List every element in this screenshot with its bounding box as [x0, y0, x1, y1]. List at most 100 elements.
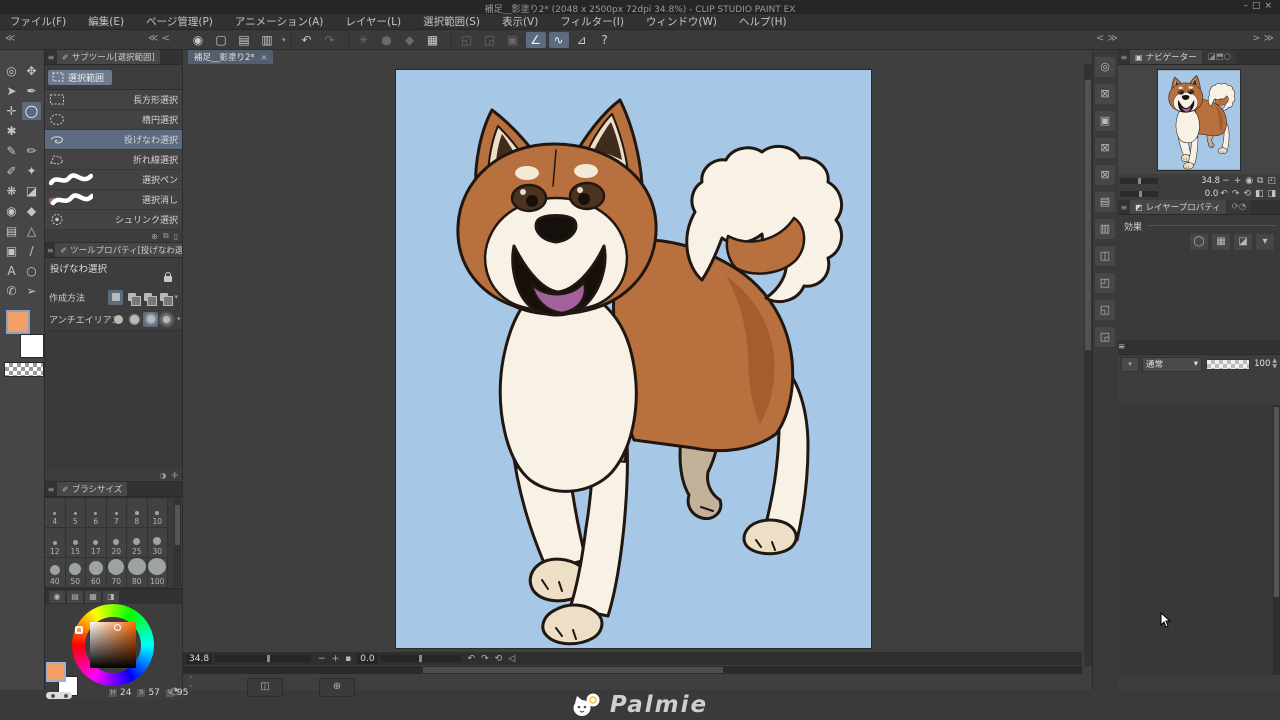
- nav-zoom-btn-4[interactable]: ◰: [1267, 176, 1276, 186]
- close-tab-icon[interactable]: ×: [261, 53, 268, 62]
- wheel-foreground-swatch[interactable]: [46, 662, 66, 682]
- background-color-swatch[interactable]: [20, 334, 44, 358]
- tool-lasso2[interactable]: ✆: [2, 282, 21, 300]
- subtool-item[interactable]: 選択消し: [45, 190, 182, 210]
- tool-eyedropper[interactable]: ✒: [22, 82, 41, 100]
- tool-pencil[interactable]: ✏: [22, 142, 41, 160]
- nav-rotate-btn-1[interactable]: ↷: [1232, 189, 1240, 199]
- hue-marker[interactable]: [75, 626, 83, 634]
- deselect-icon[interactable]: ◱: [457, 32, 477, 48]
- menu-item[interactable]: アニメーション(A): [235, 14, 323, 29]
- snap-to-ruler-icon[interactable]: ∠: [526, 32, 546, 48]
- collapsed-palette-icon-6[interactable]: ▥: [1095, 219, 1115, 239]
- selection-launcher-icon[interactable]: ▣: [503, 32, 523, 48]
- nav-zoom-btn-0[interactable]: −: [1222, 176, 1230, 186]
- collapse-left-icon[interactable]: ≪: [5, 33, 15, 44]
- tool-figure[interactable]: △: [22, 222, 41, 240]
- brush-size-60[interactable]: 60: [86, 558, 107, 588]
- tab-layer-property[interactable]: ◩レイヤープロパティ: [1130, 200, 1226, 214]
- gradient-icon[interactable]: ◆: [400, 32, 420, 48]
- tool-spacer[interactable]: [22, 122, 41, 140]
- opacity-slider[interactable]: [1206, 359, 1250, 370]
- opacity-value[interactable]: 100: [1254, 359, 1270, 369]
- tool-gradient[interactable]: ▤: [2, 222, 21, 240]
- chevron-down-icon[interactable]: ▾: [282, 36, 286, 44]
- tool-property-footer-icon-0[interactable]: ◑: [159, 471, 166, 480]
- tool-property-footer-icon-1[interactable]: ✛: [171, 471, 178, 480]
- subtool-group-selection[interactable]: 選択範囲: [48, 70, 112, 85]
- nav-tab-icon-0[interactable]: ◪: [1208, 52, 1216, 62]
- brush-size-5[interactable]: 5: [66, 498, 87, 528]
- panel-menu-icon[interactable]: ≡: [45, 485, 57, 494]
- transparent-color-swatch[interactable]: [4, 362, 44, 377]
- zoom-button-1[interactable]: +: [332, 654, 340, 664]
- collapsed-palette-icon-7[interactable]: ◫: [1095, 246, 1115, 266]
- アンチエイリアス-option-2[interactable]: [143, 312, 158, 327]
- layer-palette-color-button[interactable]: ▾: [1121, 357, 1139, 372]
- menu-item[interactable]: フィルター(I): [560, 14, 624, 29]
- effect-button-1[interactable]: ▦: [1211, 233, 1231, 251]
- tool-fill-bucket[interactable]: ◆: [22, 202, 41, 220]
- subtool-item[interactable]: 折れ線選択: [45, 150, 182, 170]
- nav-rotate-slider[interactable]: [1120, 191, 1158, 197]
- open-file-icon[interactable]: ▤: [234, 32, 254, 48]
- brush-size-70[interactable]: 70: [107, 558, 128, 588]
- tool-decoration[interactable]: ❋: [2, 182, 21, 200]
- menu-item[interactable]: ヘルプ(H): [739, 14, 787, 29]
- tool-text[interactable]: A: [2, 262, 21, 280]
- nav-rotate-btn-4[interactable]: ◨: [1267, 189, 1276, 199]
- effect-button-3[interactable]: ▾: [1255, 233, 1275, 251]
- menu-item[interactable]: ウィンドウ(W): [646, 14, 717, 29]
- wheel-mode-icon[interactable]: ◔: [170, 686, 179, 697]
- menu-item[interactable]: 編集(E): [88, 14, 124, 29]
- panel-menu-icon[interactable]: ≡: [45, 53, 57, 62]
- canvas-artwork[interactable]: [396, 70, 871, 648]
- rotation-value[interactable]: 0.0: [357, 654, 377, 664]
- rotate-button-0[interactable]: ↶: [468, 654, 476, 664]
- undo-icon[interactable]: ↶: [297, 32, 317, 48]
- 作成方法-option-0[interactable]: [108, 290, 123, 305]
- nav-tab-icon-2[interactable]: ○: [1224, 52, 1231, 62]
- layer-property-tab-icon-0[interactable]: ⟳: [1232, 202, 1239, 212]
- brush-size-10[interactable]: 10: [148, 498, 169, 528]
- effect-button-0[interactable]: ◯: [1189, 233, 1209, 251]
- brush-size-100[interactable]: 100: [148, 558, 169, 588]
- zoom-value[interactable]: 34.8: [186, 654, 212, 664]
- nav-zoom-btn-1[interactable]: +: [1234, 176, 1242, 186]
- brush-size-tab[interactable]: ✐ブラシサイズ: [57, 482, 127, 496]
- snap-to-grid-icon[interactable]: ⊿: [572, 32, 592, 48]
- layer-list-scrollbar[interactable]: [1273, 405, 1280, 675]
- saturation-value-square[interactable]: [90, 622, 136, 668]
- collapsed-palette-icon-9[interactable]: ◱: [1095, 300, 1115, 320]
- document-tab[interactable]: 補足__影塗り2*×: [188, 50, 273, 64]
- subtool-footer-icon-0[interactable]: ⊕: [151, 232, 158, 241]
- navigator-preview-area[interactable]: [1118, 65, 1280, 174]
- subtool-footer-icon-1[interactable]: ⧉: [163, 231, 169, 241]
- navigator-thumbnail[interactable]: [1158, 70, 1240, 170]
- invert-selection-icon[interactable]: ◲: [480, 32, 500, 48]
- menu-item[interactable]: ページ管理(P): [146, 14, 213, 29]
- brush-size-30[interactable]: 30: [148, 528, 169, 558]
- print-icon[interactable]: ▥: [257, 32, 277, 48]
- tool-blend[interactable]: ◉: [2, 202, 21, 220]
- panel-menu-icon[interactable]: ≡: [1118, 53, 1130, 62]
- csp-logo-icon[interactable]: ◉: [188, 32, 208, 48]
- collapsed-palette-icon-0[interactable]: ◎: [1095, 57, 1115, 77]
- tool-operation[interactable]: ➢: [22, 282, 41, 300]
- panel-menu-icon[interactable]: ≡: [45, 246, 55, 255]
- rotate-button-3[interactable]: ◁: [508, 654, 515, 664]
- color-tab-3[interactable]: ◨: [103, 591, 119, 603]
- tool-auto-select[interactable]: ✱: [2, 122, 21, 140]
- horizontal-scrollbar[interactable]: [183, 666, 1082, 674]
- new-file-icon[interactable]: ▢: [211, 32, 231, 48]
- subtool-item[interactable]: 長方形選択: [45, 90, 182, 110]
- collapsed-palette-icon-4[interactable]: ⊠: [1095, 165, 1115, 185]
- subtool-item[interactable]: 投げなわ選択: [45, 130, 182, 150]
- vertical-scrollbar[interactable]: [1084, 64, 1092, 666]
- layer-property-tab-icon-1[interactable]: ◔: [1239, 202, 1246, 212]
- subtool-item[interactable]: 選択ペン: [45, 170, 182, 190]
- brush-size-15[interactable]: 15: [66, 528, 87, 558]
- panel-menu-icon[interactable]: ≡: [1118, 203, 1130, 212]
- panel-menu-icon[interactable]: ≡: [1118, 342, 1125, 352]
- rotate-button-2[interactable]: ⟲: [495, 654, 503, 664]
